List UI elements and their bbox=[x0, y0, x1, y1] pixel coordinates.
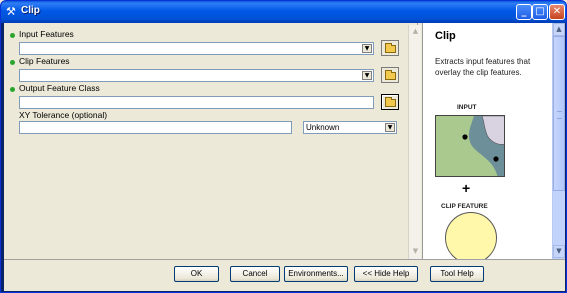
input-features-illustration bbox=[435, 115, 505, 177]
dialog-body: Input Features ▼ Clip Features ▼ Output … bbox=[4, 23, 565, 291]
ok-button[interactable]: OK bbox=[174, 266, 219, 282]
parameters-scrollbar[interactable]: ▲ ▼ bbox=[408, 25, 421, 259]
button-bar: OK Cancel Environments... << Hide Help T… bbox=[4, 259, 565, 291]
tool-help-button[interactable]: Tool Help bbox=[430, 266, 484, 282]
help-description: Extracts input features that overlay the… bbox=[435, 57, 531, 77]
clip-features-label: Clip Features bbox=[19, 56, 70, 66]
maximize-icon: □ bbox=[535, 6, 545, 17]
chevron-down-icon[interactable]: ▼ bbox=[385, 123, 395, 132]
close-button[interactable]: ✕ bbox=[549, 4, 565, 20]
help-clip-label: CLIP FEATURE bbox=[441, 203, 488, 210]
hide-help-button[interactable]: << Hide Help bbox=[354, 266, 418, 282]
maximize-button[interactable]: □ bbox=[532, 4, 548, 20]
help-scrollbar[interactable]: ▲ ▼ bbox=[552, 23, 565, 259]
clip-dialog: ⚒ Clip _ □ ✕ Input Features ▼ Clip Featu… bbox=[0, 0, 567, 293]
input-features-browse-button[interactable] bbox=[381, 40, 399, 56]
chevron-down-icon[interactable]: ▼ bbox=[362, 44, 372, 53]
help-input-label: INPUT bbox=[457, 104, 477, 111]
minimize-icon: _ bbox=[521, 6, 527, 17]
input-map-graphic bbox=[436, 116, 504, 176]
required-dot-icon bbox=[10, 87, 15, 92]
clip-feature-illustration bbox=[445, 212, 497, 259]
cancel-button[interactable]: Cancel bbox=[230, 266, 280, 282]
xy-tolerance-input[interactable] bbox=[19, 121, 292, 134]
required-dot-icon bbox=[10, 33, 15, 38]
chevron-down-icon[interactable]: ▼ bbox=[362, 71, 372, 80]
close-icon: ✕ bbox=[552, 6, 562, 17]
folder-icon bbox=[385, 43, 396, 53]
scroll-down-icon[interactable]: ▼ bbox=[409, 245, 422, 258]
plus-icon: + bbox=[462, 180, 471, 196]
help-panel: Clip Extracts input features that overla… bbox=[422, 23, 565, 259]
output-feature-class-input[interactable] bbox=[19, 96, 374, 109]
minimize-button[interactable]: _ bbox=[516, 4, 532, 20]
xy-tolerance-label: XY Tolerance (optional) bbox=[19, 110, 108, 120]
clip-features-browse-button[interactable] bbox=[381, 67, 399, 83]
environments-button[interactable]: Environments... bbox=[284, 266, 348, 282]
title-bar[interactable]: ⚒ Clip _ □ ✕ bbox=[1, 1, 566, 23]
scroll-thumb[interactable] bbox=[553, 36, 565, 191]
scroll-up-icon[interactable]: ▲ bbox=[409, 25, 422, 38]
output-feature-class-label: Output Feature Class bbox=[19, 83, 100, 93]
parameters-panel: Input Features ▼ Clip Features ▼ Output … bbox=[4, 23, 421, 259]
help-title: Clip bbox=[435, 30, 456, 42]
output-feature-class-browse-button[interactable] bbox=[381, 94, 399, 110]
folder-icon bbox=[385, 70, 396, 80]
scroll-up-icon[interactable]: ▲ bbox=[553, 23, 565, 36]
input-features-combo[interactable]: ▼ bbox=[19, 42, 374, 55]
input-features-label: Input Features bbox=[19, 29, 74, 39]
clip-features-combo[interactable]: ▼ bbox=[19, 69, 374, 82]
xy-tolerance-unit-value: Unknown bbox=[306, 123, 340, 132]
map-point bbox=[462, 134, 468, 140]
map-point bbox=[493, 156, 499, 162]
required-dot-icon bbox=[10, 60, 15, 65]
xy-tolerance-unit-select[interactable]: Unknown ▼ bbox=[303, 121, 397, 134]
scroll-down-icon[interactable]: ▼ bbox=[553, 245, 565, 258]
window-title: Clip bbox=[21, 5, 40, 16]
hammer-icon: ⚒ bbox=[6, 5, 16, 18]
folder-icon bbox=[385, 97, 396, 107]
